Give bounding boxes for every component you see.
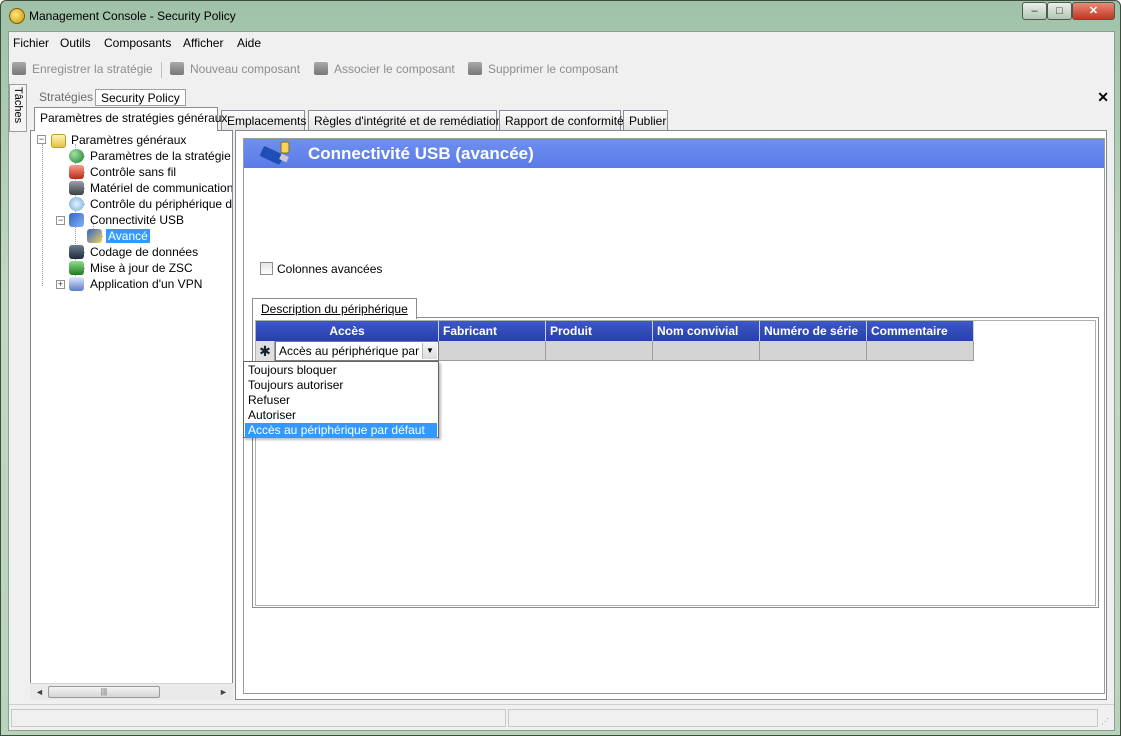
save-policy-button[interactable]: Enregistrer la stratégie [12,62,153,76]
usb-icon [69,213,84,227]
tree-item-vpn[interactable]: Application d'un VPN [90,277,202,291]
collapse-usb-toggle[interactable]: − [56,216,65,225]
access-dropdown-list: Toujours bloquer Toujours autoriser Refu… [243,361,439,438]
tab-security-policy[interactable]: Security Policy [95,89,186,106]
cell-serial-number[interactable] [760,341,867,361]
usb-drive-icon [260,141,290,165]
client-area: Fichier Outils Composants Afficher Aide … [8,31,1115,731]
tree-item-zsc-update[interactable]: Mise à jour de ZSC [90,261,193,275]
scroll-thumb[interactable]: ||| [48,686,160,698]
column-header-manufacturer[interactable]: Fabricant [439,321,546,341]
column-header-serial-number[interactable]: Numéro de série [760,321,867,341]
tree-item-advanced[interactable]: Avancé [106,229,150,243]
panel-title: Connectivité USB (avancée) [308,144,534,163]
close-button[interactable]: ✕ [1072,2,1115,20]
tree-item-communication-hardware[interactable]: Matériel de communication [90,181,232,195]
globe-icon [69,149,84,163]
tree-item-wireless-control[interactable]: Contrôle sans fil [90,165,176,179]
tab-integrity-rules[interactable]: Règles d'intégrité et de remédiation [308,110,502,130]
component-icon [170,62,184,75]
status-bar: ⋰ [9,704,1114,730]
device-grid: Accès Fabricant Produit Nom convivial Nu… [243,320,1096,606]
vpn-icon [69,277,84,291]
tree-item-usb-connectivity[interactable]: Connectivité USB [90,213,184,227]
tree-item-device-control[interactable]: Contrôle du périphérique d [90,197,232,211]
tree-item-data-encryption[interactable]: Codage de données [90,245,198,259]
new-component-button[interactable]: Nouveau composant [170,62,300,76]
associate-component-button[interactable]: Associer le composant [314,62,455,76]
menu-aide[interactable]: Aide [237,36,261,50]
tab-device-description[interactable]: Description du périphérique [252,298,417,319]
close-document-icon[interactable]: ✕ [1097,89,1109,106]
tasks-side-tab[interactable]: Tâches [9,84,27,132]
cell-manufacturer[interactable] [439,341,546,361]
column-header-product[interactable]: Produit [546,321,653,341]
expand-vpn-toggle[interactable]: + [56,280,65,289]
scroll-right-icon[interactable]: ► [219,687,228,697]
menu-composants[interactable]: Composants [104,36,171,50]
collapse-root-toggle[interactable]: − [37,135,46,144]
toolbar: Enregistrer la stratégie Nouveau composa… [9,56,1114,82]
column-header-access[interactable]: Accès [256,321,439,341]
option-always-block[interactable]: Toujours bloquer [245,363,437,378]
option-default-access[interactable]: Accès au périphérique par défaut [245,423,437,438]
associate-icon [314,62,328,75]
delete-component-button[interactable]: Supprimer le composant [468,62,618,76]
communication-hardware-icon [69,181,84,195]
window-title: Management Console - Security Policy [29,9,236,23]
tab-general-settings[interactable]: Paramètres de stratégies généraux [34,107,227,131]
settings-tree: − Paramètres généraux Paramètres de la s… [30,130,233,700]
scroll-left-icon[interactable]: ◄ [35,687,44,697]
data-encryption-icon [69,245,84,259]
floppy-icon [12,62,26,75]
resize-grip-icon[interactable]: ⋰ [1101,717,1111,727]
wireless-control-icon [69,165,84,179]
option-always-allow[interactable]: Toujours autoriser [245,378,437,393]
tree-horizontal-scrollbar[interactable]: ◄ ||| ► [30,683,233,700]
usb-advanced-icon [87,229,102,243]
device-grid-container: Accès Fabricant Produit Nom convivial Nu… [243,317,1099,608]
settings-content: Connectivité USB (avancée) Colonnes avan… [243,138,1105,694]
device-control-icon [69,197,84,211]
settings-panel: Connectivité USB (avancée) Colonnes avan… [235,130,1107,700]
app-icon [9,8,25,24]
minimize-button[interactable]: – [1022,2,1047,20]
folder-icon [51,134,66,148]
zsc-update-icon [69,261,84,275]
menu-afficher[interactable]: Afficher [183,36,223,50]
cell-comment[interactable] [867,341,974,361]
tab-strategies[interactable]: Stratégies [34,89,98,106]
tab-locations[interactable]: Emplacements [221,110,306,130]
menu-fichier[interactable]: Fichier [13,36,49,50]
main-window: Management Console - Security Policy – □… [0,0,1121,736]
column-header-comment[interactable]: Commentaire [867,321,974,341]
menu-bar: Fichier Outils Composants Afficher Aide [9,32,1114,54]
column-header-friendly-name[interactable]: Nom convivial [653,321,760,341]
new-row-marker-icon: ✱ [256,341,275,361]
menu-outils[interactable]: Outils [60,36,91,50]
tree-item-general-settings[interactable]: Paramètres généraux [71,133,186,147]
status-pane-main [11,709,506,727]
option-deny[interactable]: Refuser [245,393,437,408]
tree-item-policy-settings[interactable]: Paramètres de la stratégie [90,149,231,163]
maximize-button[interactable]: □ [1047,2,1072,20]
delete-component-icon [468,62,482,75]
cell-friendly-name[interactable] [653,341,760,361]
title-bar[interactable]: Management Console - Security Policy – □… [1,1,1120,31]
toolbar-separator [161,62,162,78]
tab-compliance-report[interactable]: Rapport de conformité [499,110,624,130]
access-combobox[interactable]: Accès au périphérique par ▼ [275,341,439,361]
panel-header: Connectivité USB (avancée) [244,139,1104,168]
tab-publish[interactable]: Publier [623,110,668,130]
status-pane-secondary [508,709,1098,727]
option-allow[interactable]: Autoriser [245,408,437,423]
chevron-down-icon[interactable]: ▼ [422,343,437,359]
tree-line [42,144,43,286]
advanced-columns-label: Colonnes avancées [277,262,383,276]
cell-product[interactable] [546,341,653,361]
access-combobox-value: Accès au périphérique par [279,344,419,358]
advanced-columns-checkbox[interactable] [260,262,273,275]
